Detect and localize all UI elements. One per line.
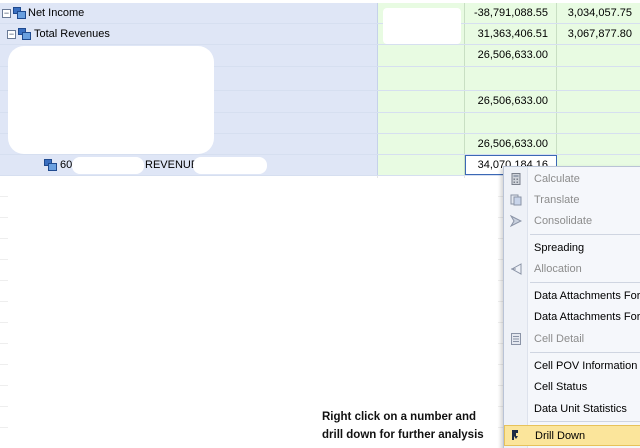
menu-item-spreading[interactable]: Spreading — [504, 238, 640, 259]
menu-item-cell-status[interactable]: Cell Status — [504, 377, 640, 398]
collapse-toggle[interactable]: − — [7, 30, 16, 39]
context-menu: Calculate Translate Consolidate Spreadin… — [503, 166, 640, 448]
cell-detail-icon — [511, 333, 521, 345]
menu-item-label: Translate — [534, 194, 580, 206]
menu-item-data-attachments-2[interactable]: Data Attachments For — [504, 307, 640, 328]
menu-item-consolidate[interactable]: Consolidate — [504, 211, 640, 232]
grid-cell[interactable] — [557, 91, 640, 112]
row-label: Total Revenues — [34, 28, 110, 40]
menu-item-cell-detail[interactable]: Cell Detail — [504, 329, 640, 350]
menu-separator — [530, 234, 640, 235]
grid-row-total-revenues[interactable]: − Total Revenues 31,363,406.51 3,067,877… — [0, 24, 640, 45]
grid-cell[interactable] — [378, 45, 465, 66]
translate-icon — [510, 194, 522, 206]
consolidate-icon — [510, 215, 522, 227]
menu-item-label: Drill Down — [535, 430, 586, 442]
drill-down-icon — [512, 430, 518, 440]
menu-item-cell-pov-information[interactable]: Cell POV Information — [504, 356, 640, 377]
grid-cell[interactable]: 3,067,877.80 — [557, 24, 640, 44]
grid-cell[interactable]: 26,506,633.00 — [465, 45, 557, 66]
menu-item-label: Cell Detail — [534, 333, 585, 345]
grid-cell[interactable] — [557, 134, 640, 154]
menu-item-label: Calculate — [534, 173, 580, 185]
member-node-icon — [13, 7, 26, 19]
menu-separator — [530, 282, 640, 283]
menu-item-allocation[interactable]: Allocation — [504, 259, 640, 280]
row-header: − Total Revenues — [0, 24, 378, 44]
menu-item-label: Data Attachments For — [534, 311, 640, 323]
instruction-annotation: Right click on a number and drill down f… — [322, 408, 484, 444]
member-node-icon — [44, 159, 57, 171]
row-label-account-number: 60 — [60, 159, 73, 171]
grid-cell[interactable] — [557, 113, 640, 133]
menu-separator — [530, 421, 640, 422]
grid-cell[interactable]: 26,506,633.00 — [465, 91, 557, 112]
menu-item-label: Allocation — [534, 263, 582, 275]
menu-item-data-attachments-1[interactable]: Data Attachments For — [504, 286, 640, 307]
annotation-line-1: Right click on a number and — [322, 411, 476, 423]
redacted-area — [383, 8, 461, 44]
menu-item-label: Data Attachments For — [534, 290, 640, 302]
menu-item-label: Consolidate — [534, 215, 593, 227]
member-node-icon — [18, 28, 31, 40]
grid-cell[interactable]: 3,034,057.75 — [557, 3, 640, 23]
menu-item-label: Cell Status — [534, 381, 588, 393]
row-header: − Net Income — [0, 3, 378, 23]
row-header: 60 REVENUE — [0, 155, 378, 175]
grid-cell[interactable]: -38,791,088.55 — [465, 3, 557, 23]
menu-item-label: Spreading — [534, 242, 585, 254]
grid-cell[interactable] — [557, 67, 640, 90]
menu-separator — [530, 352, 640, 353]
calculator-icon — [511, 173, 521, 185]
redacted-area — [8, 46, 214, 154]
row-label: Net Income — [28, 7, 85, 19]
grid-cell[interactable] — [557, 45, 640, 66]
menu-item-data-unit-statistics[interactable]: Data Unit Statistics — [504, 399, 640, 420]
menu-item-translate[interactable]: Translate — [504, 190, 640, 211]
grid-cell[interactable] — [378, 91, 465, 112]
menu-item-label: Data Unit Statistics — [534, 403, 627, 415]
grid-cell[interactable] — [378, 134, 465, 154]
menu-item-calculate[interactable]: Calculate — [504, 169, 640, 190]
collapse-toggle[interactable]: − — [2, 9, 11, 18]
redacted-area — [193, 157, 267, 174]
menu-item-drill-down[interactable]: Drill Down — [504, 425, 640, 446]
grid-cell[interactable] — [378, 155, 465, 175]
grid-cell[interactable]: 31,363,406.51 — [465, 24, 557, 44]
grid-row-net-income[interactable]: − Net Income -38,791,088.55 3,034,057.75 — [0, 3, 640, 24]
redacted-area — [72, 157, 144, 174]
menu-item-label: Cell POV Information — [534, 360, 638, 372]
grid-cell[interactable] — [465, 113, 557, 133]
allocation-icon — [510, 263, 522, 275]
grid-cell[interactable]: 26,506,633.00 — [465, 134, 557, 154]
grid-cell[interactable] — [378, 67, 465, 90]
grid-cell[interactable] — [465, 67, 557, 90]
annotation-line-2: drill down for further analysis — [322, 429, 484, 441]
grid-cell[interactable] — [378, 113, 465, 133]
row-label-account-name: REVENUE — [145, 159, 199, 171]
